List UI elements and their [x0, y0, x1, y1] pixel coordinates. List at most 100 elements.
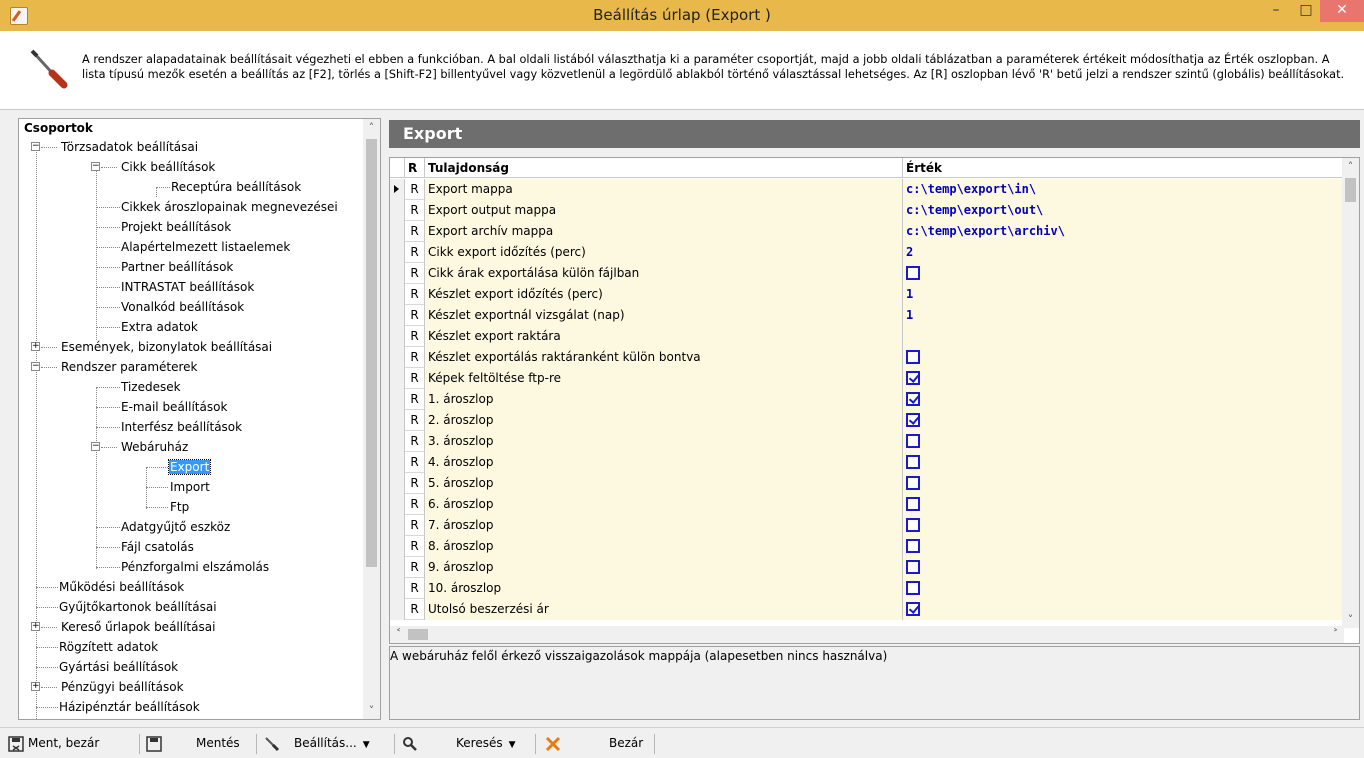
tree-item-export[interactable]: Export — [146, 457, 212, 477]
checkbox-unchecked[interactable] — [906, 539, 920, 553]
row-indicator[interactable] — [390, 326, 405, 347]
checkbox-unchecked[interactable] — [906, 581, 920, 595]
r-column-header[interactable]: R — [405, 158, 425, 178]
hscroll-thumb[interactable] — [408, 629, 428, 640]
value-cell[interactable] — [903, 494, 1344, 515]
close-button[interactable]: Bezár — [545, 734, 643, 754]
table-row[interactable]: R Készlet export időzítés (perc) 1 — [390, 284, 1344, 305]
scroll-up-icon[interactable]: ˄ — [363, 121, 380, 134]
row-indicator[interactable] — [390, 221, 405, 242]
tree-scrollbar[interactable]: ˄ ˅ — [363, 119, 380, 719]
table-row[interactable]: R 1. ároszlop — [390, 389, 1344, 410]
table-row[interactable]: R Cikk export időzítés (perc) 2 — [390, 242, 1344, 263]
tree-item-gyartasi[interactable]: Gyártási beállítások — [36, 657, 179, 677]
value-cell[interactable]: c:\temp\export\in\ — [903, 179, 1344, 200]
value-cell[interactable] — [903, 410, 1344, 431]
value-cell[interactable] — [903, 557, 1344, 578]
value-cell[interactable]: 1 — [903, 284, 1344, 305]
row-indicator[interactable] — [390, 242, 405, 263]
expand-icon[interactable]: + — [31, 682, 40, 691]
checkbox-unchecked[interactable] — [906, 350, 920, 364]
expand-icon[interactable]: + — [31, 342, 40, 351]
table-row[interactable]: R 3. ároszlop — [390, 431, 1344, 452]
settings-grid[interactable]: R Tulajdonság Érték R Export mappa c:\temp… — [389, 157, 1360, 644]
row-indicator[interactable] — [390, 557, 405, 578]
checkbox-unchecked[interactable] — [906, 455, 920, 469]
value-cell[interactable]: 1 — [903, 305, 1344, 326]
table-row[interactable]: R 7. ároszlop — [390, 515, 1344, 536]
collapse-icon[interactable]: − — [91, 162, 100, 171]
row-indicator[interactable] — [390, 578, 405, 599]
checkbox-unchecked[interactable] — [906, 266, 920, 280]
table-row[interactable]: R 8. ároszlop — [390, 536, 1344, 557]
value-cell[interactable] — [903, 326, 1344, 347]
table-row[interactable]: R Készlet export raktára — [390, 326, 1344, 347]
value-cell[interactable] — [903, 368, 1344, 389]
search-dropdown-button[interactable]: Keresés ▼ — [402, 734, 516, 754]
value-cell[interactable] — [903, 389, 1344, 410]
table-row[interactable]: R Készlet exportnál vizsgálat (nap) 1 — [390, 305, 1344, 326]
tree-item-webaruhaz[interactable]: − Webáruház — [91, 437, 189, 457]
tree-item-projekt[interactable]: Projekt beállítások — [96, 217, 232, 237]
tree-item-email[interactable]: E-mail beállítások — [96, 397, 228, 417]
value-cell[interactable] — [903, 473, 1344, 494]
scroll-down-icon[interactable]: ˅ — [1342, 613, 1359, 626]
table-row[interactable]: R 4. ároszlop — [390, 452, 1344, 473]
checkbox-unchecked[interactable] — [906, 560, 920, 574]
value-cell[interactable] — [903, 578, 1344, 599]
property-column-header[interactable]: Tulajdonság — [425, 158, 903, 178]
value-cell[interactable]: c:\temp\export\out\ — [903, 200, 1344, 221]
row-indicator[interactable] — [390, 368, 405, 389]
tree-item-cikk[interactable]: − Cikk beállítások — [91, 157, 216, 177]
collapse-icon[interactable]: − — [91, 442, 100, 451]
checkbox-unchecked[interactable] — [906, 497, 920, 511]
table-row[interactable]: R Export output mappa c:\temp\export\out\ — [390, 200, 1344, 221]
maximize-icon[interactable]: □ — [1292, 0, 1320, 24]
save-button[interactable]: Mentés — [146, 734, 240, 754]
scroll-up-icon[interactable]: ˄ — [1342, 160, 1359, 173]
scroll-left-icon[interactable]: ˂ — [390, 627, 407, 640]
tree-item-receptura[interactable]: Receptúra beállítások — [156, 177, 302, 197]
row-indicator[interactable] — [390, 431, 405, 452]
row-indicator[interactable] — [390, 515, 405, 536]
save-close-button[interactable]: Ment, bezár — [8, 734, 99, 754]
table-row[interactable]: R Export mappa c:\temp\export\in\ — [390, 179, 1344, 200]
tree-item-mukodesi[interactable]: Működési beállítások — [36, 577, 185, 597]
table-row[interactable]: R 5. ároszlop — [390, 473, 1344, 494]
tree-item-torzsadatok[interactable]: − Törzsadatok beállításai — [31, 137, 199, 157]
tree-item-interfesz[interactable]: Interfész beállítások — [96, 417, 243, 437]
row-indicator[interactable] — [390, 347, 405, 368]
tree-item-rendszer[interactable]: − Rendszer paraméterek — [31, 357, 199, 377]
tree-item-penzugyi[interactable]: + Pénzügyi beállítások — [31, 677, 185, 697]
row-indicator[interactable] — [390, 452, 405, 473]
row-indicator[interactable] — [390, 305, 405, 326]
checkbox-checked[interactable] — [906, 392, 920, 406]
tree-item-cikkek-aroszlop[interactable]: Cikkek ároszlopainak megnevezései — [96, 197, 339, 217]
value-cell[interactable] — [903, 515, 1344, 536]
table-row[interactable]: R 10. ároszlop — [390, 578, 1344, 599]
scroll-thumb[interactable] — [366, 139, 377, 567]
checkbox-unchecked[interactable] — [906, 476, 920, 490]
scroll-right-icon[interactable]: ˃ — [1327, 627, 1344, 640]
table-row[interactable]: R 2. ároszlop — [390, 410, 1344, 431]
checkbox-checked[interactable] — [906, 413, 920, 427]
table-row[interactable]: R Képek feltöltése ftp-re — [390, 368, 1344, 389]
tree-item-penzforgalmi[interactable]: Pénzforgalmi elszámolás — [96, 557, 270, 577]
table-row[interactable]: R 9. ároszlop — [390, 557, 1344, 578]
scroll-down-icon[interactable]: ˅ — [363, 704, 380, 717]
tree-item-tizedesek[interactable]: Tizedesek — [96, 377, 182, 397]
checkbox-checked[interactable] — [906, 602, 920, 616]
table-row[interactable]: R Export archív mappa c:\temp\export\archi… — [390, 221, 1344, 242]
value-cell[interactable] — [903, 452, 1344, 473]
tree-item-kereso[interactable]: + Kereső űrlapok beállításai — [31, 617, 216, 637]
checkbox-unchecked[interactable] — [906, 434, 920, 448]
table-row[interactable]: R 6. ároszlop — [390, 494, 1344, 515]
grid-scrollbar[interactable]: ˄ ˅ — [1342, 158, 1359, 628]
value-cell[interactable]: c:\temp\export\archiv\ — [903, 221, 1344, 242]
group-tree[interactable]: Csoportok − Törzsadatok beállításai − Ci… — [18, 118, 381, 720]
tree-item-partner[interactable]: Partner beállítások — [96, 257, 234, 277]
value-cell[interactable]: 2 — [903, 242, 1344, 263]
row-indicator[interactable] — [390, 200, 405, 221]
close-icon[interactable]: ✕ — [1320, 0, 1364, 22]
tree-item-ftp[interactable]: Ftp — [146, 497, 190, 517]
